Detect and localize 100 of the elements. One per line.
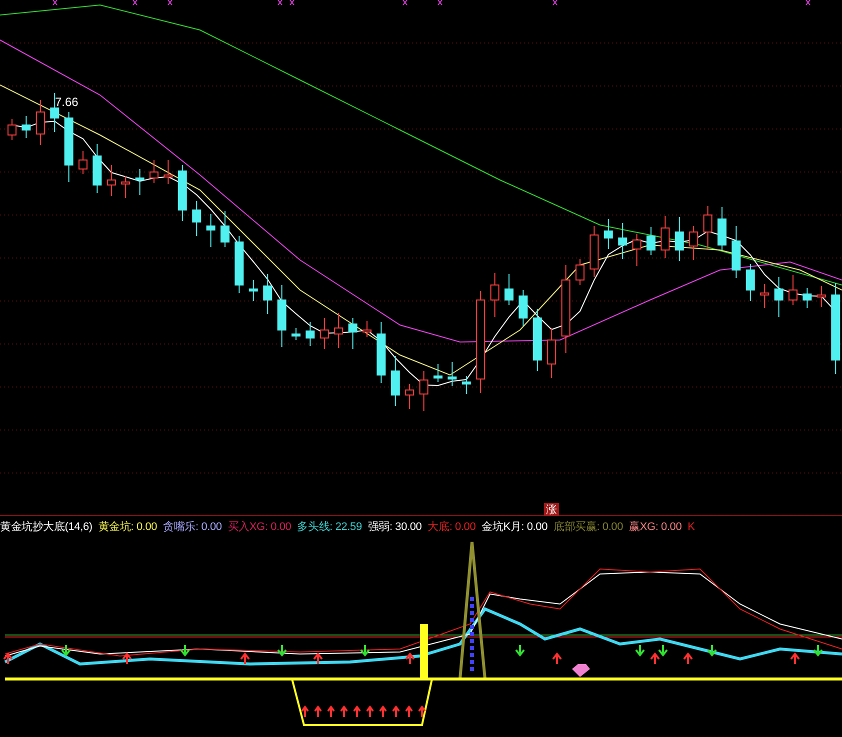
signal-mark-icon	[552, 0, 558, 6]
indicator-value: 多头线: 22.59	[297, 520, 362, 534]
candlestick	[632, 234, 642, 266]
up-arrow-icon	[353, 705, 361, 718]
candlestick	[689, 226, 698, 260]
candlestick	[490, 272, 500, 318]
candlestick	[292, 328, 300, 340]
indicator-value: 大底: 0.00	[428, 520, 476, 534]
indicator-value: K	[688, 520, 695, 532]
candlestick	[462, 376, 471, 394]
indicator-title: 黄金坑抄大底(14,6)	[0, 520, 92, 534]
candlestick	[518, 290, 528, 326]
signal-mark-icon	[402, 0, 408, 6]
up-arrow-icon	[340, 705, 348, 718]
up-arrow-icon	[790, 652, 800, 665]
up-arrow-icon	[405, 705, 413, 718]
candlestick	[576, 258, 584, 286]
candlestick	[390, 356, 400, 406]
candlestick	[135, 168, 144, 196]
candlestick	[760, 284, 770, 308]
down-arrow-icon	[180, 644, 190, 657]
down-arrow-icon	[707, 644, 717, 657]
down-arrow-icon	[813, 644, 823, 657]
candlestick	[92, 144, 102, 194]
up-arrow-icon	[683, 652, 693, 665]
up-arrow-icon	[240, 652, 250, 665]
candlestick	[646, 226, 656, 256]
indicator-value: 强弱: 30.00	[368, 520, 422, 534]
indicator-value: 买入XG: 0.00	[228, 520, 292, 534]
candlestick	[220, 210, 230, 248]
candlestick	[746, 264, 755, 302]
up-arrow-icon	[379, 705, 387, 718]
price-label: 7.66	[55, 95, 78, 109]
down-arrow-icon	[360, 644, 370, 657]
candlestick	[150, 160, 158, 184]
candlestick	[192, 200, 202, 236]
down-arrow-icon	[635, 644, 645, 657]
candlestick	[802, 288, 812, 308]
indicator-value: 黄金坑: 0.00	[98, 520, 158, 534]
candlestick	[532, 308, 542, 372]
candlestick	[590, 226, 599, 278]
up-arrow-icon	[327, 705, 335, 718]
indicator-value: 贪嘴乐: 0.00	[163, 520, 222, 534]
down-arrow-icon	[515, 644, 525, 657]
candlestick	[816, 286, 826, 308]
candlestick	[718, 206, 726, 250]
up-arrow-icon	[3, 652, 13, 665]
candlestick	[178, 164, 187, 222]
candlestick	[419, 370, 428, 412]
down-arrow-icon	[61, 644, 71, 657]
up-arrow-icon	[405, 652, 415, 665]
up-arrow-icon	[314, 705, 322, 718]
indicator-value: 底部买赢: 0.00	[554, 520, 624, 534]
up-arrow-icon	[418, 705, 426, 718]
indicator-value: 赢XG: 0.00	[629, 520, 682, 534]
candlestick	[448, 362, 457, 386]
candlestick	[306, 322, 315, 346]
candlestick	[732, 226, 741, 278]
candlestick	[263, 274, 272, 314]
rise-marker: 涨	[544, 503, 559, 516]
candlestick	[320, 318, 329, 350]
signal-mark-icon	[438, 0, 442, 6]
candlestick	[604, 218, 613, 250]
candlestick	[8, 118, 16, 140]
down-arrow-icon	[277, 644, 287, 657]
candlestick	[376, 322, 386, 384]
signal-mark-icon	[52, 0, 58, 6]
down-arrow-icon	[658, 644, 668, 657]
signal-mark-icon	[278, 0, 282, 6]
candlestick	[348, 318, 358, 350]
candlestick	[618, 222, 628, 260]
indicator-value: 金坑K月: 0.00	[482, 520, 548, 534]
up-arrow-icon	[392, 705, 400, 718]
up-arrow-icon	[313, 652, 323, 665]
candlestick	[405, 384, 414, 410]
up-arrow-icon	[301, 705, 309, 718]
candlestick	[106, 164, 116, 196]
candlestick	[362, 320, 372, 338]
candlestick	[674, 216, 684, 262]
candlestick	[36, 100, 45, 146]
candlestick	[234, 236, 244, 294]
candlestick	[434, 364, 442, 382]
signal-mark-icon	[806, 0, 810, 6]
candlestick	[334, 312, 344, 348]
candlestick	[121, 176, 130, 198]
up-arrow-icon	[366, 705, 374, 718]
candlestick	[703, 206, 712, 250]
candlestick	[78, 150, 88, 174]
candlestick	[22, 116, 31, 138]
up-arrow-icon	[650, 652, 660, 665]
up-arrow-icon	[552, 652, 562, 665]
candlestick	[164, 160, 173, 184]
candlestick	[504, 274, 514, 306]
candlestick	[277, 284, 286, 348]
signal-mark-icon	[132, 0, 138, 6]
gem-icon	[572, 664, 590, 677]
candlestick	[774, 276, 784, 318]
up-arrow-icon	[122, 652, 132, 665]
signal-mark-icon	[168, 0, 172, 6]
candlestick	[248, 280, 258, 302]
